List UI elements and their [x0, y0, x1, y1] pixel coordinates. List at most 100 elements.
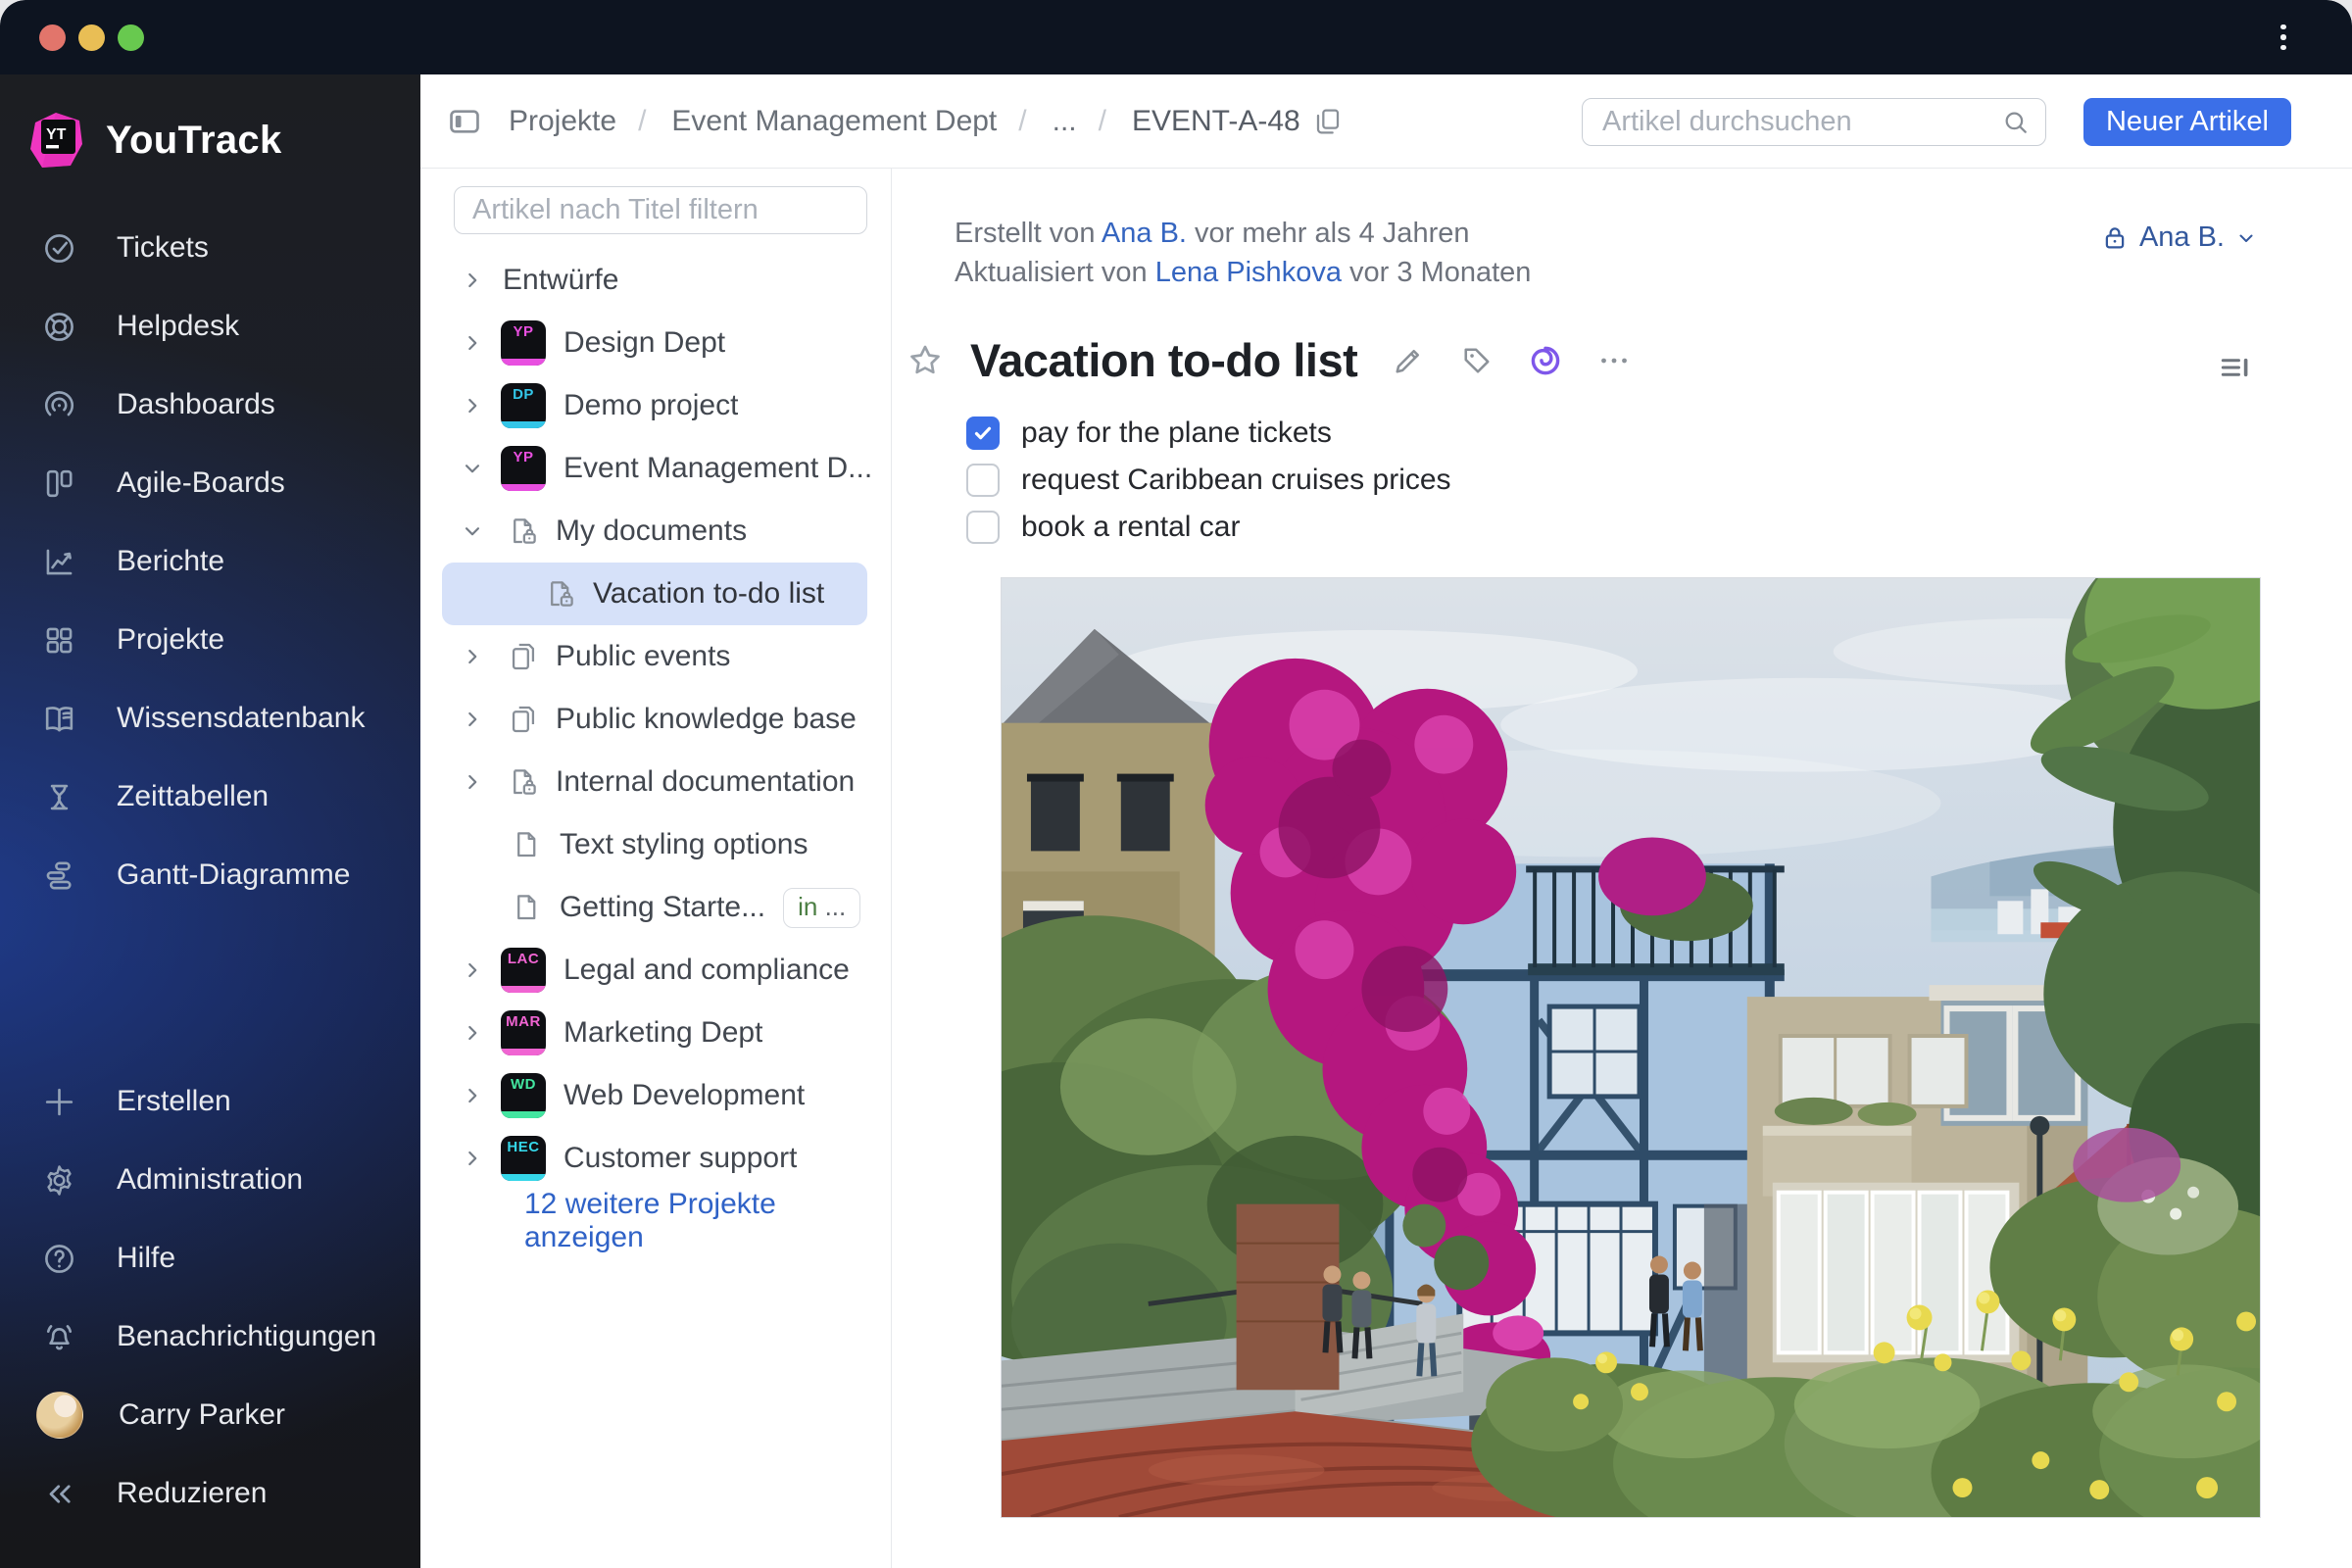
article-title-row: Vacation to-do list — [906, 333, 1632, 387]
ai-spiral-icon[interactable] — [1528, 343, 1563, 378]
created-author-link[interactable]: Ana B. — [1102, 218, 1187, 249]
question-circle-icon — [45, 1244, 74, 1273]
page-title: Vacation to-do list — [970, 334, 1358, 386]
sidebar-item-agile-boards[interactable]: Agile-Boards — [0, 444, 420, 522]
tree-item-article[interactable]: Getting Starte... in ... — [420, 876, 891, 939]
lifebuoy-icon — [45, 312, 74, 341]
updated-line: Aktualisiert von Lena Pishkova vor 3 Mon… — [955, 257, 1532, 288]
gauge-icon — [45, 390, 74, 416]
star-icon[interactable] — [906, 341, 945, 380]
filter-articles-input[interactable] — [454, 186, 867, 234]
tree-item-article-group[interactable]: Public knowledge base — [420, 688, 891, 751]
breadcrumb: Projekte / Event Management Dept / ... /… — [446, 74, 1344, 168]
check-icon — [974, 426, 992, 440]
browser-menu-icon[interactable] — [2266, 20, 2301, 55]
svg-text:YT: YT — [46, 126, 67, 143]
checklist-item: request Caribbean cruises prices — [966, 457, 1451, 504]
breadcrumb-projects[interactable]: Projekte — [509, 105, 616, 138]
visibility-selector[interactable]: Ana B. — [2100, 221, 2258, 254]
tag-icon[interactable] — [1459, 343, 1494, 378]
tree-item-project[interactable]: LAC Legal and compliance — [420, 939, 891, 1002]
chevron-right-icon — [468, 962, 477, 978]
checkbox-unchecked[interactable] — [966, 511, 1000, 544]
traffic-lights — [39, 24, 144, 51]
chevron-right-icon — [468, 398, 477, 414]
sidebar-item-timesheets[interactable]: Zeittabellen — [0, 758, 420, 836]
sidebar-item-reports[interactable]: Berichte — [0, 522, 420, 601]
open-book-icon — [45, 706, 74, 731]
sidebar-item-create[interactable]: Erstellen — [0, 1062, 420, 1141]
search-input[interactable] — [1602, 106, 2000, 138]
chevron-right-icon — [468, 711, 477, 727]
project-avatar: MAR — [501, 1010, 546, 1055]
tree-item-article-group[interactable]: Public events — [420, 625, 891, 688]
checkbox-unchecked[interactable] — [966, 464, 1000, 497]
chevron-right-icon — [468, 1151, 477, 1166]
lock-icon — [2105, 226, 2125, 248]
tree-item-drafts[interactable]: Entwürfe — [420, 249, 891, 312]
copy-id-icon[interactable] — [1312, 106, 1344, 137]
project-avatar: YP — [501, 320, 546, 366]
sidebar-item-administration[interactable]: Administration — [0, 1141, 420, 1219]
sidebar-item-notifications[interactable]: Benachrichtigungen — [0, 1298, 420, 1376]
breadcrumb-project[interactable]: Event Management Dept — [671, 105, 997, 138]
sidebar-item-collapse[interactable]: Reduzieren — [0, 1454, 420, 1533]
toggle-sidebar-icon[interactable] — [446, 103, 483, 140]
article-stack-icon — [512, 643, 535, 670]
tree-item-project[interactable]: DP Demo project — [420, 374, 891, 437]
article-location-badge[interactable]: in ... — [783, 887, 861, 928]
tree-item-project[interactable]: MAR Marketing Dept — [420, 1002, 891, 1064]
article-locked-icon — [514, 518, 536, 544]
chevron-right-icon — [468, 649, 477, 664]
close-window-button[interactable] — [39, 24, 66, 51]
sidebar-item-dashboards[interactable]: Dashboards — [0, 366, 420, 444]
chevron-right-icon — [468, 272, 477, 288]
article-icon — [517, 895, 536, 920]
sidebar-item-profile[interactable]: Carry Parker — [0, 1376, 420, 1454]
table-of-contents-icon[interactable] — [2217, 349, 2254, 386]
youtrack-logo[interactable]: YT YouTrack — [27, 112, 282, 169]
tree-item-article[interactable]: Text styling options — [420, 813, 891, 876]
gear-icon — [47, 1164, 72, 1196]
photo-illustration — [1002, 578, 2260, 1517]
chevron-down-icon — [465, 465, 480, 473]
tree-item-project[interactable]: WD Web Development — [420, 1064, 891, 1127]
chevron-down-icon — [2239, 234, 2253, 242]
article-stack-icon — [512, 706, 535, 733]
app-window: YT YouTrack Tickets Helpdesk Dashboards … — [0, 0, 2352, 1568]
checkbox-checked[interactable] — [966, 416, 1000, 450]
sidebar-item-knowledge-base[interactable]: Wissensdatenbank — [0, 679, 420, 758]
minimize-window-button[interactable] — [78, 24, 105, 51]
updated-author-link[interactable]: Lena Pishkova — [1155, 257, 1342, 288]
new-article-button[interactable]: Neuer Artikel — [2083, 98, 2291, 146]
tree-item-project[interactable]: HEC Customer support — [420, 1127, 891, 1190]
breadcrumb-ellipsis[interactable]: ... — [1053, 105, 1077, 138]
project-avatar: HEC — [501, 1136, 546, 1181]
more-actions-icon[interactable] — [1596, 343, 1632, 378]
breadcrumb-article-id[interactable]: EVENT-A-48 — [1132, 105, 1300, 138]
sidebar-nav: Tickets Helpdesk Dashboards Agile-Boards… — [0, 209, 420, 914]
tree-item-my-documents[interactable]: My documents — [420, 500, 891, 563]
show-more-projects-link[interactable]: 12 weitere Projekte anzeigen — [420, 1188, 891, 1253]
visibility-value: Ana B. — [2138, 221, 2225, 253]
tree-item-project-expanded[interactable]: YP Event Management D... — [420, 437, 891, 500]
zoom-window-button[interactable] — [118, 24, 144, 51]
project-avatar: YP — [501, 446, 546, 491]
sidebar-item-projects[interactable]: Projekte — [0, 601, 420, 679]
check-circle-icon — [45, 233, 74, 263]
tree-item-article-locked[interactable]: Internal documentation — [420, 751, 891, 813]
tree-item-selected-article[interactable]: Vacation to-do list — [442, 563, 867, 625]
hourglass-icon — [50, 784, 69, 809]
sidebar-item-tickets[interactable]: Tickets — [0, 209, 420, 287]
chevron-down-icon — [465, 527, 480, 536]
sidebar-item-helpdesk[interactable]: Helpdesk — [0, 287, 420, 366]
project-avatar: LAC — [501, 948, 546, 993]
sidebar-item-gantt-charts[interactable]: Gantt-Diagramme — [0, 836, 420, 914]
topbar: Projekte / Event Management Dept / ... /… — [420, 74, 2352, 169]
edit-pencil-icon[interactable] — [1391, 343, 1426, 378]
tree-item-project[interactable]: YP Design Dept — [420, 312, 891, 374]
project-avatar: DP — [501, 383, 546, 428]
article-content: Erstellt von Ana B. vor mehr als 4 Jahre… — [892, 169, 2352, 1568]
checklist: pay for the plane tickets request Caribb… — [966, 410, 1451, 551]
sidebar-item-help[interactable]: Hilfe — [0, 1219, 420, 1298]
